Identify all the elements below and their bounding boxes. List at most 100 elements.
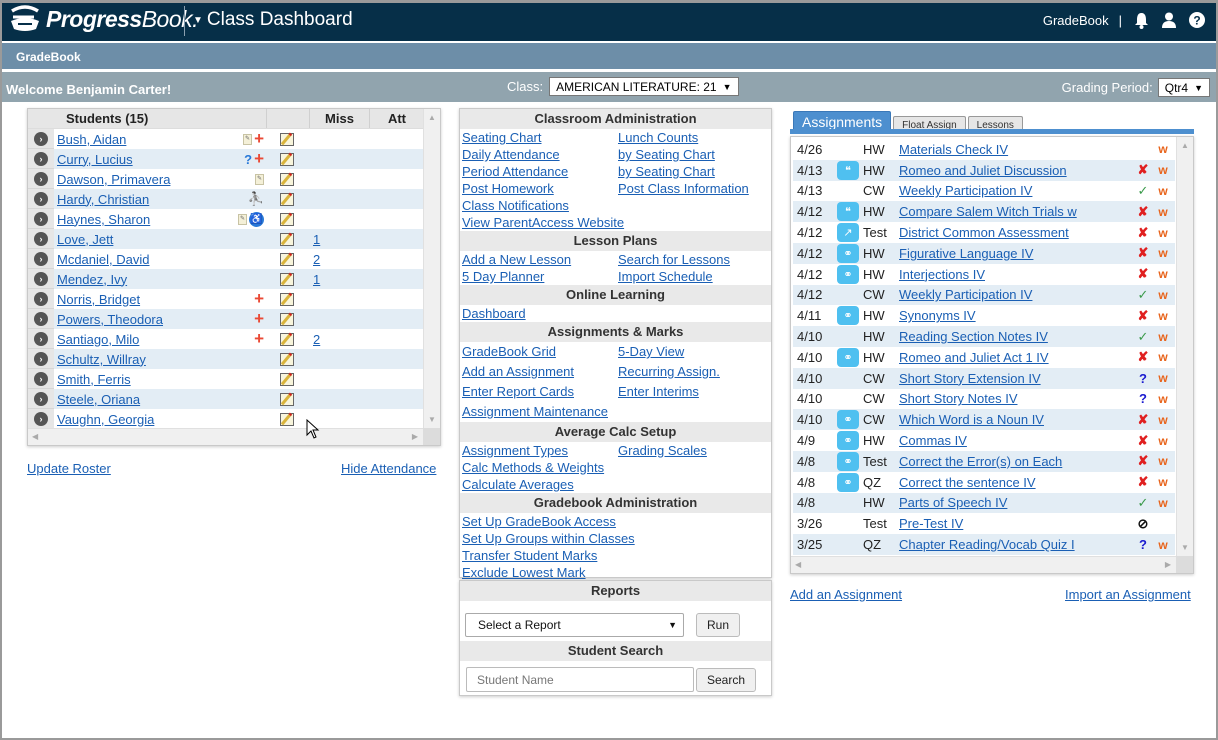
app-title-menu[interactable]: ▼ Class Dashboard: [193, 9, 353, 31]
row-expand[interactable]: ›: [28, 269, 54, 289]
scroll-right-icon[interactable]: ▶: [412, 432, 418, 441]
student-name-link[interactable]: Santiago, Milo: [57, 332, 139, 347]
assignment-link[interactable]: Romeo and Juliet Discussion: [899, 163, 1067, 178]
student-name-link[interactable]: Love, Jett: [57, 232, 113, 247]
assignment-link[interactable]: Weekly Participation IV: [899, 287, 1032, 302]
chevron-right-icon[interactable]: ›: [34, 251, 48, 266]
assignment-link[interactable]: Figurative Language IV: [899, 246, 1033, 261]
chevron-right-icon[interactable]: ›: [34, 191, 48, 206]
quiz-link-icon[interactable]: ⚭: [837, 306, 859, 326]
admin-link[interactable]: by Seating Chart: [618, 163, 773, 180]
row-expand[interactable]: ›: [28, 289, 54, 309]
assignment-link[interactable]: Parts of Speech IV: [899, 495, 1007, 510]
chevron-right-icon[interactable]: ›: [34, 311, 48, 326]
chevron-right-icon[interactable]: ›: [34, 271, 48, 286]
chat-bubbles-icon[interactable]: ❝: [837, 202, 859, 222]
admin-link[interactable]: Class Notifications: [462, 197, 618, 214]
admin-link[interactable]: Seating Chart: [462, 129, 618, 146]
update-roster-link[interactable]: Update Roster: [27, 461, 111, 476]
vertical-scrollbar[interactable]: ▲ ▼: [1176, 137, 1193, 556]
assignment-link[interactable]: Correct the Error(s) on Each: [899, 454, 1062, 469]
admin-link[interactable]: 5-Day View: [618, 342, 773, 362]
row-expand[interactable]: ›: [28, 409, 54, 429]
assignment-link[interactable]: Weekly Participation IV: [899, 183, 1032, 198]
chat-bubbles-icon[interactable]: ❝: [837, 160, 859, 180]
edit-pencil-icon[interactable]: [280, 132, 294, 146]
edit-pencil-icon[interactable]: [280, 232, 294, 246]
import-assignment-link[interactable]: Import an Assignment: [1065, 587, 1191, 602]
chevron-right-icon[interactable]: ›: [34, 291, 48, 306]
quiz-link-icon[interactable]: ⚭: [837, 264, 859, 284]
student-search-input[interactable]: Student Name: [466, 667, 694, 692]
edit-pencil-icon[interactable]: [280, 152, 294, 166]
quiz-link-icon[interactable]: ⚭: [837, 431, 859, 451]
assignment-link[interactable]: Correct the sentence IV: [899, 475, 1036, 490]
scroll-down-icon[interactable]: ▼: [1181, 543, 1189, 552]
medical-plus-icon[interactable]: +: [254, 290, 264, 307]
missing-count-link[interactable]: 1: [313, 232, 320, 247]
admin-link[interactable]: Post Homework: [462, 180, 618, 197]
trend-chart-icon[interactable]: ↗: [837, 223, 859, 243]
admin-link[interactable]: Assignment Types: [462, 442, 618, 459]
student-name-link[interactable]: Mcdaniel, David: [57, 252, 150, 267]
accessibility-icon[interactable]: ♿: [249, 211, 264, 227]
horizontal-scrollbar[interactable]: ◀ ▶: [791, 556, 1177, 573]
add-assignment-link[interactable]: Add an Assignment: [790, 587, 902, 602]
edit-pencil-icon[interactable]: [280, 272, 294, 286]
row-expand[interactable]: ›: [28, 229, 54, 249]
admin-link[interactable]: Recurring Assign.: [618, 362, 773, 382]
assignment-link[interactable]: Short Story Extension IV: [899, 371, 1041, 386]
user-icon[interactable]: [1160, 11, 1178, 29]
hide-attendance-link[interactable]: Hide Attendance: [341, 461, 436, 476]
row-expand[interactable]: ›: [28, 369, 54, 389]
vertical-scrollbar[interactable]: ▲ ▼: [423, 109, 440, 428]
admin-link[interactable]: 5 Day Planner: [462, 268, 618, 285]
quiz-link-icon[interactable]: ⚭: [837, 347, 859, 367]
question-icon[interactable]: ?: [244, 152, 252, 167]
assignment-link[interactable]: Chapter Reading/Vocab Quiz I: [899, 537, 1075, 552]
admin-link[interactable]: View ParentAccess Website: [462, 214, 624, 231]
medical-plus-icon[interactable]: +: [254, 150, 264, 167]
admin-link[interactable]: Exclude Lowest Mark: [462, 564, 618, 581]
att-header[interactable]: Att: [369, 109, 424, 128]
admin-link[interactable]: GradeBook Grid: [462, 342, 618, 362]
quiz-link-icon[interactable]: ⚭: [837, 410, 859, 430]
medical-plus-icon[interactable]: +: [254, 130, 264, 147]
row-expand[interactable]: ›: [28, 249, 54, 269]
scroll-up-icon[interactable]: ▲: [428, 113, 436, 122]
miss-header[interactable]: Miss: [309, 109, 369, 128]
quiz-link-icon[interactable]: ⚭: [837, 243, 859, 263]
edit-pencil-icon[interactable]: [280, 412, 294, 426]
edit-pencil-icon[interactable]: [280, 292, 294, 306]
admin-link[interactable]: Lunch Counts: [618, 129, 773, 146]
help-icon[interactable]: ?: [1188, 11, 1206, 29]
chevron-right-icon[interactable]: ›: [34, 391, 48, 406]
admin-link[interactable]: Enter Interims: [618, 382, 773, 402]
admin-link[interactable]: Period Attendance: [462, 163, 618, 180]
grading-period-dropdown[interactable]: Qtr4 ▼: [1157, 78, 1210, 97]
medical-plus-icon[interactable]: +: [254, 310, 264, 327]
edit-pencil-icon[interactable]: [280, 332, 294, 346]
edit-pencil-icon[interactable]: [280, 392, 294, 406]
chevron-right-icon[interactable]: ›: [34, 151, 48, 166]
edit-pencil-icon[interactable]: [280, 252, 294, 266]
student-name-link[interactable]: Dawson, Primavera: [57, 172, 170, 187]
admin-link[interactable]: Assignment Maintenance: [462, 402, 618, 422]
admin-link[interactable]: Search for Lessons: [618, 251, 773, 268]
edit-pencil-icon[interactable]: [280, 352, 294, 366]
gradebook-link[interactable]: GradeBook: [1043, 13, 1109, 28]
admin-link[interactable]: Grading Scales: [618, 442, 773, 459]
assignment-link[interactable]: Pre-Test IV: [899, 516, 963, 531]
assignment-link[interactable]: Commas IV: [899, 433, 967, 448]
chevron-right-icon[interactable]: ›: [34, 411, 48, 426]
report-select[interactable]: Select a Report ▼: [465, 612, 684, 637]
chevron-right-icon[interactable]: ›: [34, 171, 48, 186]
row-expand[interactable]: ›: [28, 389, 54, 409]
assignment-link[interactable]: Materials Check IV: [899, 142, 1008, 157]
edit-pencil-icon[interactable]: [280, 372, 294, 386]
edit-pencil-icon[interactable]: [280, 212, 294, 226]
admin-link[interactable]: Add a New Lesson: [462, 251, 618, 268]
admin-link[interactable]: Transfer Student Marks: [462, 547, 618, 564]
edit-pencil-icon[interactable]: [280, 192, 294, 206]
admin-link[interactable]: Add an Assignment: [462, 362, 618, 382]
